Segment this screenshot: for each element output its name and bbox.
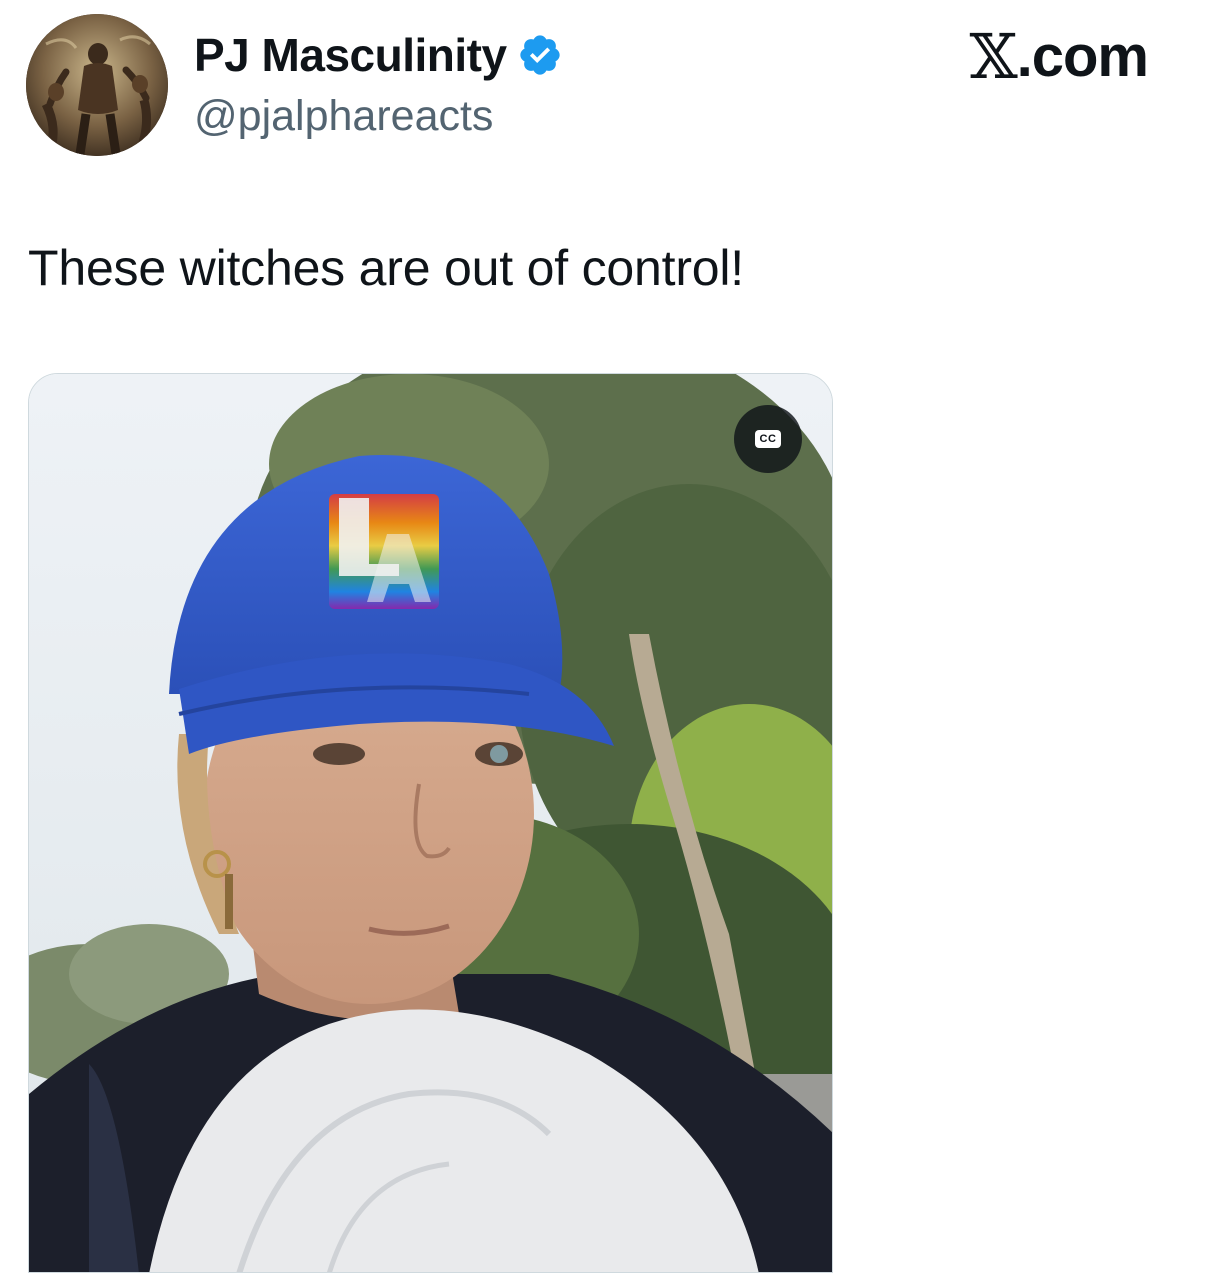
verified-badge-icon[interactable] xyxy=(517,32,563,78)
brand-domain: .com xyxy=(1016,24,1149,89)
x-logo-icon: 𝕏 xyxy=(969,20,1018,93)
display-name-row: PJ Masculinity xyxy=(194,26,563,84)
captions-button[interactable]: CC xyxy=(734,405,802,473)
captions-icon: CC xyxy=(755,430,781,448)
video-frame-image xyxy=(29,374,832,1272)
video-thumbnail[interactable] xyxy=(28,373,833,1273)
author-avatar[interactable] xyxy=(26,14,168,156)
avatar-image xyxy=(26,14,168,156)
brand-watermark: 𝕏 .com xyxy=(969,20,1149,93)
author-block: PJ Masculinity @pjalphareacts xyxy=(194,26,563,144)
display-name[interactable]: PJ Masculinity xyxy=(194,26,507,84)
author-handle[interactable]: @pjalphareacts xyxy=(194,88,563,144)
post-text: These witches are out of control! xyxy=(28,240,744,296)
